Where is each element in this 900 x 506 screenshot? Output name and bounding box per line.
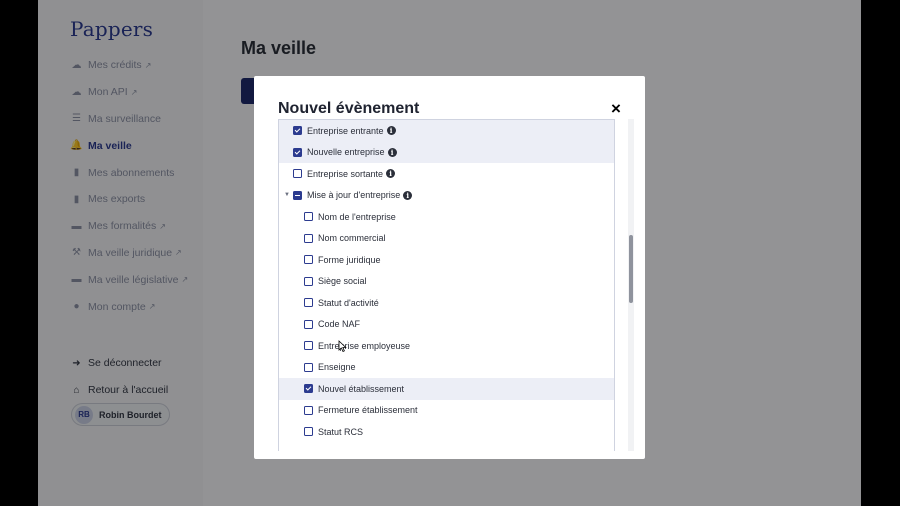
event-label: Entreprise employeuse <box>318 340 411 351</box>
event-label: Entreprise sortante <box>307 168 384 179</box>
event-checkbox[interactable] <box>293 147 302 157</box>
event-label: Siège social <box>318 276 367 287</box>
event-label: Nouvelle entreprise <box>307 147 385 158</box>
event-option[interactable]: Statut RCS <box>279 421 614 443</box>
app-frame: Pappers ☁ Mes crédits ↗ ☁ Mon API ↗ ☰ Ma survei… <box>38 0 861 506</box>
event-option[interactable]: Code NAF <box>279 314 614 336</box>
event-checkbox[interactable] <box>304 384 313 394</box>
info-icon[interactable]: i <box>403 190 413 200</box>
event-checkbox[interactable] <box>304 405 313 415</box>
event-checkbox[interactable] <box>293 190 302 200</box>
event-option[interactable]: Nouvelle entreprise i <box>279 141 614 163</box>
event-label: Entreprise entrante <box>307 125 384 136</box>
event-checkbox[interactable] <box>304 298 313 308</box>
event-label: Mise à jour d'entreprise <box>307 190 401 201</box>
event-label: Nom commercial <box>318 233 386 244</box>
event-label: Code NAF <box>318 319 361 330</box>
event-checkbox[interactable] <box>304 341 313 351</box>
event-label: Statut RCS <box>318 426 364 437</box>
modal-title: Nouvel évènement <box>278 100 420 117</box>
event-checkbox[interactable] <box>293 126 302 136</box>
event-option[interactable]: Nom de l'entreprise <box>279 206 614 228</box>
event-checkbox[interactable] <box>304 427 313 437</box>
info-icon[interactable]: i <box>387 147 397 157</box>
close-icon[interactable]: × <box>611 100 621 117</box>
event-option[interactable]: Nom commercial <box>279 228 614 250</box>
event-label: Fermeture établissement <box>318 405 418 416</box>
event-checkbox[interactable] <box>304 255 313 265</box>
event-option[interactable]: Entreprise employeuse <box>279 335 614 357</box>
event-label: Statut d'activité <box>318 297 379 308</box>
event-checkbox[interactable] <box>304 233 313 243</box>
event-option[interactable]: Entreprise entrante i <box>279 120 614 142</box>
event-checkbox[interactable] <box>304 276 313 286</box>
event-checkbox[interactable] <box>304 362 313 372</box>
event-label: Enseigne <box>318 362 356 373</box>
event-checkbox[interactable] <box>304 319 313 329</box>
event-checkbox[interactable] <box>293 169 302 179</box>
event-option[interactable]: Nouvel établissement <box>279 378 614 400</box>
scrollbar-thumb[interactable] <box>629 235 633 303</box>
event-label: Nom de l'entreprise <box>318 211 396 222</box>
mouse-cursor-icon <box>338 340 347 352</box>
event-label: Nouvel établissement <box>318 383 405 394</box>
event-option[interactable]: Siège social <box>279 271 614 293</box>
event-option[interactable]: Enseigne <box>279 357 614 379</box>
new-event-modal: Nouvel évènement × Entreprise entrante i N… <box>254 76 645 459</box>
event-list[interactable]: Entreprise entrante i Nouvelle entreprise i… <box>278 119 615 451</box>
event-option[interactable]: Forme juridique <box>279 249 614 271</box>
event-checkbox[interactable] <box>304 212 313 222</box>
caret-down-icon[interactable]: ▼ <box>284 192 290 198</box>
event-label: Forme juridique <box>318 254 381 265</box>
info-icon[interactable]: i <box>386 169 396 179</box>
event-option[interactable]: Entreprise sortante i <box>279 163 614 185</box>
event-option[interactable]: ▼ Mise à jour d'entreprise i <box>279 185 614 207</box>
event-option[interactable]: Fermeture établissement <box>279 400 614 422</box>
info-icon[interactable]: i <box>386 126 396 136</box>
event-option[interactable]: Statut d'activité <box>279 292 614 314</box>
